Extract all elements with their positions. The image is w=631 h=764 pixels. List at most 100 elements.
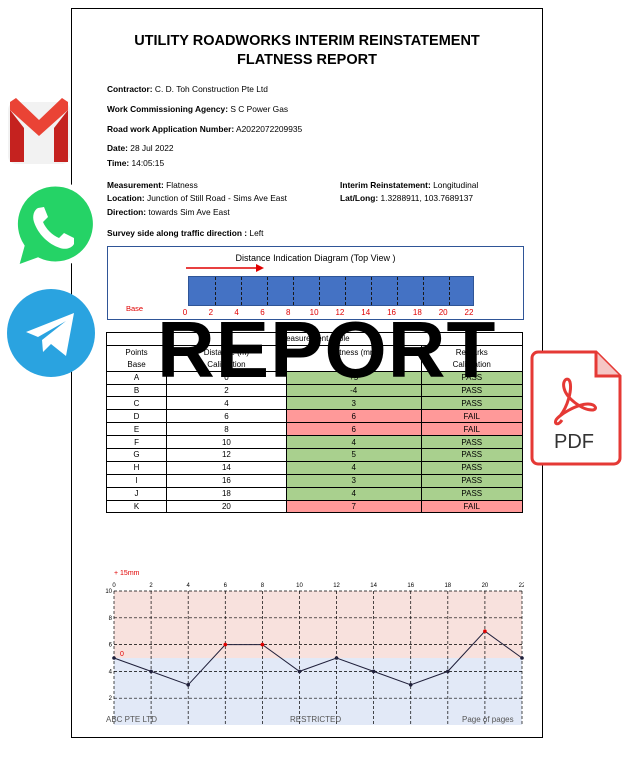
x-tick-label: 18 xyxy=(444,583,451,589)
cell-flatness: 4 xyxy=(285,460,422,475)
cell-point: H xyxy=(105,460,168,475)
cell-flatness: 4 xyxy=(285,486,422,501)
footer-classification: RESTRICTED xyxy=(290,715,342,724)
cell-flatness: 6 xyxy=(285,422,422,437)
data-point xyxy=(520,656,524,660)
table-row: G 12 5 PASS xyxy=(105,448,524,462)
pdf-label: PDF xyxy=(554,431,594,453)
cell-point: J xyxy=(105,486,168,501)
table-row: H 14 4 PASS xyxy=(105,460,524,475)
zero-annotation: 0 xyxy=(120,651,124,658)
strip-divider xyxy=(267,277,268,305)
cell-point: C xyxy=(105,396,168,411)
cell-flatness: 7 xyxy=(285,499,422,514)
table-row: E 8 6 FAIL xyxy=(105,422,524,437)
cell-point: E xyxy=(105,422,168,437)
telegram-icon[interactable] xyxy=(4,286,100,382)
pdf-icon[interactable]: PDF xyxy=(526,348,624,468)
cell-point: F xyxy=(105,435,168,450)
x-tick-label: 16 xyxy=(407,583,414,589)
road-strip xyxy=(188,276,474,306)
cell-distance: 18 xyxy=(166,486,287,501)
flatness-chart: 0 2 4 6 8 10 12 14 16 18 20 22 10 8 6 4 2 + 15mm 0 xyxy=(105,570,524,725)
interim-line: Interim Reinstatement: Longitudinal xyxy=(340,180,479,190)
data-point xyxy=(297,669,302,674)
gmail-icon[interactable] xyxy=(4,92,74,170)
strip-divider xyxy=(423,277,424,305)
strip-divider xyxy=(215,277,216,305)
table-row: F 10 4 PASS xyxy=(105,435,524,450)
y-tick-label: 6 xyxy=(109,643,113,649)
date-line: Date: 28 Jul 2022 xyxy=(107,143,174,153)
table-row: I 16 3 PASS xyxy=(105,473,524,488)
x-tick-label: 10 xyxy=(296,583,303,589)
cell-remark: FAIL xyxy=(420,422,524,437)
survey-line: Survey side along traffic direction : Le… xyxy=(107,228,264,238)
cell-point: G xyxy=(105,448,168,462)
cell-flatness: 3 xyxy=(285,473,422,488)
footer-page: Page of pages xyxy=(462,715,514,724)
report-title-line2: FLATNESS REPORT xyxy=(237,52,377,68)
report-title-line1: UTILITY ROADWORKS INTERIM REINSTATEMENT xyxy=(134,33,480,49)
cell-remark: FAIL xyxy=(420,499,524,514)
cell-distance: 6 xyxy=(166,409,287,424)
x-tick-label: 2 xyxy=(149,583,153,589)
data-point xyxy=(408,683,413,687)
strip-divider xyxy=(345,277,346,305)
footer-company: ABC PTE LTD xyxy=(106,715,157,724)
base-label: Base xyxy=(126,304,144,313)
data-point xyxy=(223,642,228,647)
table-row: D 6 6 FAIL xyxy=(105,409,524,424)
cell-distance: 14 xyxy=(166,460,287,475)
cell-remark: PASS xyxy=(420,486,524,501)
cell-distance: 16 xyxy=(166,473,287,488)
strip-divider xyxy=(319,277,320,305)
cell-remark: PASS xyxy=(420,473,524,488)
cell-flatness: 4 xyxy=(285,435,422,450)
x-tick-label: 12 xyxy=(333,583,340,589)
cell-remark: PASS xyxy=(420,448,524,462)
agency-line: Work Commissioning Agency: S C Power Gas xyxy=(107,104,289,114)
cell-distance: 4 xyxy=(166,396,287,411)
y-tick-label: 2 xyxy=(109,696,113,702)
strip-divider xyxy=(241,277,242,305)
report-watermark: REPORT xyxy=(157,305,497,394)
cell-point: K xyxy=(105,499,168,514)
strip-divider xyxy=(293,277,294,305)
measurement-line: Measurement: Flatness xyxy=(107,180,198,190)
diagram-title: Distance Indication Diagram (Top View ) xyxy=(235,253,396,263)
cell-distance: 8 xyxy=(166,422,287,437)
direction-arrow-icon xyxy=(186,264,264,272)
cell-remark: PASS xyxy=(420,396,524,411)
limit-annotation: + 15mm xyxy=(114,570,140,577)
cell-point: D xyxy=(105,409,168,424)
cell-remark: FAIL xyxy=(420,409,524,424)
cell-remark: PASS xyxy=(420,460,524,475)
cell-distance: 12 xyxy=(166,448,287,462)
cell-remark: PASS xyxy=(420,435,524,450)
data-point xyxy=(371,669,376,674)
y-tick-label: 8 xyxy=(109,616,113,622)
x-tick-label: 0 xyxy=(112,583,116,589)
table-row: J 18 4 PASS xyxy=(105,486,524,501)
whatsapp-icon[interactable] xyxy=(4,180,102,276)
table-row: C 4 3 PASS xyxy=(105,396,524,411)
application-line: Road work Application Number: A202207220… xyxy=(107,124,303,134)
x-tick-label: 6 xyxy=(224,583,228,589)
cell-distance: 10 xyxy=(166,435,287,450)
strip-divider xyxy=(371,277,372,305)
x-tick-label: 20 xyxy=(482,583,489,589)
cell-flatness: 6 xyxy=(285,409,422,424)
data-point xyxy=(260,642,265,647)
data-point xyxy=(446,669,450,674)
location-line: Location: Junction of Still Road - Sims … xyxy=(107,193,287,203)
time-line: Time: 14:05:15 xyxy=(107,158,165,168)
data-point xyxy=(149,669,153,674)
data-point xyxy=(186,683,190,687)
strip-divider xyxy=(449,277,450,305)
cell-flatness: 5 xyxy=(285,448,422,462)
upper-band xyxy=(114,591,522,658)
x-tick-label: 22 xyxy=(519,583,524,589)
cell-flatness: 3 xyxy=(285,396,422,411)
x-tick-label: 4 xyxy=(187,583,191,589)
